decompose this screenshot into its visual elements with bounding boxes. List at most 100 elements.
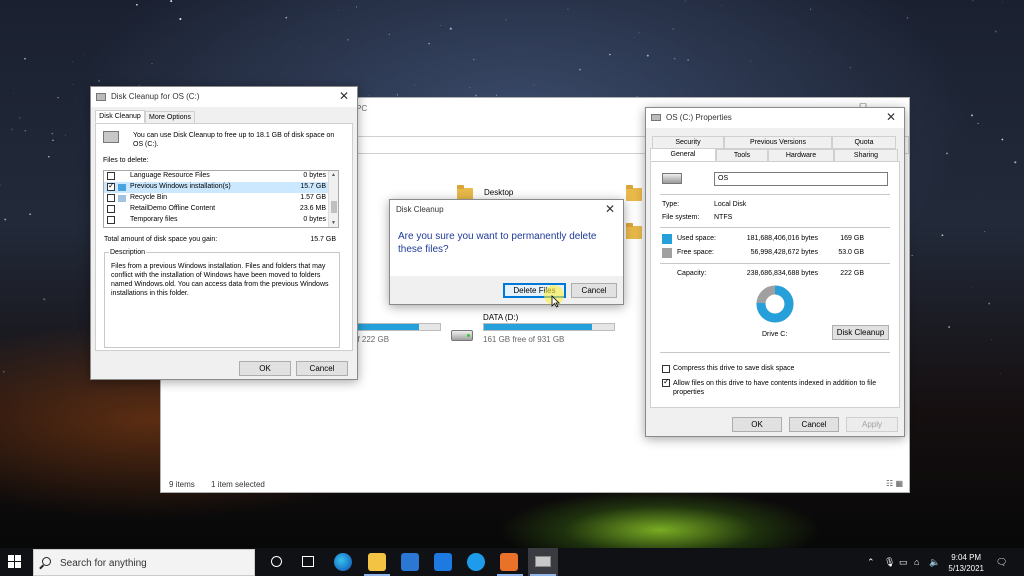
disk-cleanup-icon xyxy=(535,556,551,567)
star xyxy=(941,234,944,237)
drive-d-name[interactable]: DATA (D:) xyxy=(483,313,518,322)
scroll-up-icon[interactable]: ▲ xyxy=(331,172,336,178)
properties-titlebar[interactable]: OS (C:) Properties ✕ xyxy=(646,108,904,128)
star xyxy=(638,32,640,34)
confirm-cancel-button[interactable]: Cancel xyxy=(571,283,617,298)
app-icon[interactable] xyxy=(467,553,485,571)
drive-c-usage-bar xyxy=(353,323,441,331)
folder-icon[interactable] xyxy=(626,223,642,239)
folder-icon[interactable] xyxy=(626,185,642,201)
checkbox-previous-windows-installation[interactable] xyxy=(107,181,115,191)
star xyxy=(179,17,182,21)
tab-quota[interactable]: Quota xyxy=(832,136,896,149)
used-space-gb: 169 GB xyxy=(840,235,864,242)
item-size: 0 bytes xyxy=(303,172,326,179)
separator xyxy=(660,263,890,264)
star xyxy=(71,61,73,62)
confirm-titlebar[interactable]: Disk Cleanup ✕ xyxy=(390,200,623,220)
disk-cleanup-taskbar-slot[interactable] xyxy=(528,548,558,576)
star xyxy=(567,8,569,10)
file-system-value: NTFS xyxy=(714,214,733,221)
drive-properties-window[interactable]: OS (C:) Properties ✕ Security Previous V… xyxy=(645,107,905,437)
drive-d-icon[interactable] xyxy=(451,330,473,341)
microphone-icon[interactable]: 🎙 xyxy=(884,557,895,568)
cortana-icon[interactable] xyxy=(271,556,282,567)
chevron-up-icon[interactable]: ⌃ xyxy=(867,557,875,568)
taskbar-search-box[interactable]: Search for anything xyxy=(33,549,255,576)
mail-icon[interactable] xyxy=(434,553,452,571)
checkbox-temporary-files[interactable] xyxy=(107,216,115,224)
star xyxy=(78,334,80,336)
cancel-button[interactable]: Cancel xyxy=(296,361,348,376)
battery-icon[interactable]: ▭ xyxy=(899,557,908,568)
notifications-icon[interactable]: 🗨 xyxy=(996,557,1007,568)
view-toggle-icons[interactable]: ☷ ▦ xyxy=(886,479,903,488)
tab-disk-cleanup[interactable]: Disk Cleanup xyxy=(95,110,145,123)
separator xyxy=(660,194,890,195)
properties-cancel-button[interactable]: Cancel xyxy=(789,417,839,432)
star xyxy=(579,68,582,71)
checkbox-retaildemo-offline-content[interactable] xyxy=(107,205,115,213)
allow-indexing-label[interactable]: Allow files on this drive to have conten… xyxy=(673,379,888,397)
description-label: Description xyxy=(109,249,147,256)
disk-cleanup-titlebar[interactable]: Disk Cleanup for OS (C:) ✕ xyxy=(91,87,357,107)
star xyxy=(356,6,357,8)
status-selected-count: 1 item selected xyxy=(211,480,265,489)
disk-cleanup-button[interactable]: Disk Cleanup xyxy=(832,325,889,340)
list-item[interactable]: RetailDemo Offline Content 23.6 MB xyxy=(104,204,330,215)
edge-icon[interactable] xyxy=(334,553,352,571)
star xyxy=(440,25,441,26)
drive-c-usage-fill xyxy=(354,324,420,330)
compress-drive-checkbox[interactable] xyxy=(662,365,670,373)
files-to-delete-list[interactable]: Language Resource Files 0 bytes Previous… xyxy=(103,170,339,228)
system-clock[interactable]: 9:04 PM 5/13/2021 xyxy=(948,552,984,574)
ok-button[interactable]: OK xyxy=(239,361,291,376)
list-item[interactable]: Language Resource Files 0 bytes xyxy=(104,171,330,182)
search-placeholder: Search for anything xyxy=(60,558,147,569)
checkbox-language-resource-files[interactable] xyxy=(107,172,115,180)
drive-d-free-text: 161 GB free of 931 GB xyxy=(483,335,565,344)
store-icon[interactable] xyxy=(401,553,419,571)
star xyxy=(4,218,7,221)
volume-icon[interactable]: 🔈 xyxy=(929,557,940,568)
close-icon[interactable]: ✕ xyxy=(886,110,896,124)
windows-start-icon[interactable] xyxy=(8,555,22,569)
star xyxy=(646,54,649,57)
allow-indexing-checkbox[interactable] xyxy=(662,377,670,387)
list-item[interactable]: Temporary files 0 bytes xyxy=(104,215,330,226)
file-explorer-icon[interactable] xyxy=(368,553,386,571)
compress-drive-label[interactable]: Compress this drive to save disk space xyxy=(673,365,794,372)
star xyxy=(428,42,430,45)
mouse-pointer-icon xyxy=(551,295,560,308)
star xyxy=(52,139,54,141)
description-group: Description Files from a previous Window… xyxy=(104,249,340,348)
star xyxy=(43,298,46,301)
drive-name-input[interactable]: OS xyxy=(714,172,888,186)
desktop-folder-label[interactable]: Desktop xyxy=(484,188,513,197)
capacity-bytes: 238,686,834,688 bytes xyxy=(746,270,818,277)
list-item[interactable]: Recycle Bin 1.57 GB xyxy=(104,193,330,204)
star xyxy=(721,5,722,6)
scroll-thumb[interactable] xyxy=(331,201,337,213)
checkbox-recycle-bin[interactable] xyxy=(107,194,115,202)
star xyxy=(673,57,676,60)
apply-button[interactable]: Apply xyxy=(846,417,898,432)
type-label: Type: xyxy=(662,201,680,208)
star xyxy=(3,371,5,373)
network-icon[interactable]: ⌂ xyxy=(914,557,919,567)
scroll-down-icon[interactable]: ▼ xyxy=(331,220,336,226)
properties-ok-button[interactable]: OK xyxy=(732,417,782,432)
list-scrollbar[interactable]: ▲ ▼ xyxy=(328,171,338,227)
task-view-icon[interactable] xyxy=(302,556,314,567)
star xyxy=(151,63,153,65)
item-size: 1.57 GB xyxy=(300,194,326,201)
list-item[interactable]: Previous Windows installation(s) 15.7 GB xyxy=(104,181,330,193)
tab-previous-versions[interactable]: Previous Versions xyxy=(724,136,832,149)
close-icon[interactable]: ✕ xyxy=(605,202,615,216)
star xyxy=(449,27,452,30)
tab-general[interactable]: General xyxy=(650,148,716,161)
free-space-swatch xyxy=(662,248,672,258)
close-icon[interactable]: ✕ xyxy=(339,89,349,103)
recorder-icon[interactable] xyxy=(500,553,518,571)
total-space-value: 15.7 GB xyxy=(310,236,336,243)
